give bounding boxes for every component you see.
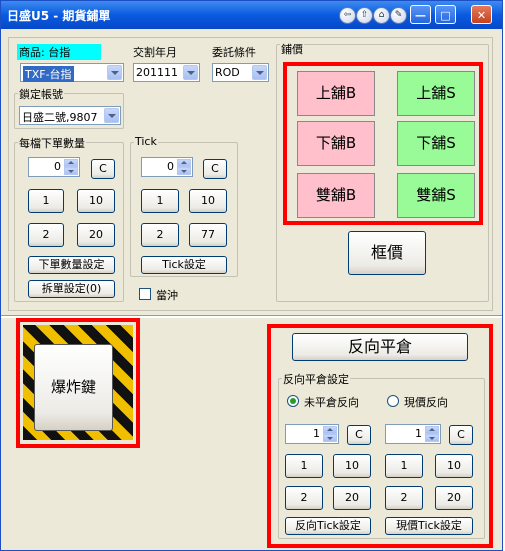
tick-preset-button[interactable]: 2: [141, 223, 179, 247]
frame-price-button[interactable]: 框價: [348, 231, 426, 275]
reverse-settings-label: 反向平倉設定: [282, 371, 350, 387]
main-window: 日盛U5 - 期貨鋪單 ⇦ ⇧ ⌂ ✎ — □ ✕ 商品: 台指 TXF-台指 …: [0, 0, 503, 551]
delivery-label: 交割年月: [133, 46, 177, 59]
current-preset-button[interactable]: 1: [385, 454, 423, 478]
minimize-button[interactable]: —: [410, 5, 431, 24]
reverse-tick-stepper[interactable]: 1: [285, 424, 339, 444]
tick-label: Tick: [134, 135, 158, 148]
tick-preset-button[interactable]: 1: [141, 189, 179, 213]
panic-button[interactable]: 爆炸鍵: [34, 344, 113, 431]
reverse-settings-group: 反向平倉設定 未平倉反向 現價反向 1 C 1 10 2 20 反向Tick設定…: [278, 371, 485, 539]
pin-icon[interactable]: ✎: [390, 7, 407, 24]
spin-down-icon[interactable]: [323, 434, 337, 442]
quantity-preset-button[interactable]: 20: [77, 223, 115, 247]
lower-panel: 爆炸鍵 反向平倉 反向平倉設定 未平倉反向 現價反向 1 C 1 10 2 20…: [8, 318, 493, 548]
chevron-down-icon[interactable]: [107, 65, 122, 80]
tick-stepper[interactable]: 0: [141, 157, 193, 177]
reverse-preset-button[interactable]: 20: [333, 486, 371, 510]
current-price-radio[interactable]: [387, 395, 399, 407]
current-preset-button[interactable]: 2: [385, 486, 423, 510]
sell-both-button[interactable]: 雙舖S: [397, 173, 475, 218]
buy-both-button[interactable]: 雙舖B: [297, 173, 375, 218]
reverse-tick-value: 1: [313, 427, 320, 440]
back-icon[interactable]: ⇦: [339, 7, 356, 24]
current-tick-stepper[interactable]: 1: [385, 424, 441, 444]
spin-down-icon[interactable]: [177, 167, 191, 175]
current-tick-value: 1: [415, 427, 422, 440]
current-price-label: 現價反向: [404, 396, 448, 409]
quantity-preset-button[interactable]: 2: [28, 223, 64, 247]
quantity-set-button[interactable]: 下單數量設定: [28, 256, 115, 274]
reverse-clear-button[interactable]: C: [347, 425, 371, 445]
quantity-label: 每檔下單數量: [18, 135, 86, 151]
product-select[interactable]: TXF-台指: [20, 63, 124, 82]
sell-upper-button[interactable]: 上舖S: [397, 71, 475, 116]
condition-value: ROD: [215, 66, 240, 79]
close-button[interactable]: ✕: [471, 5, 492, 24]
maximize-button[interactable]: □: [435, 5, 456, 24]
current-tick-set-button[interactable]: 現價Tick設定: [385, 517, 473, 535]
spin-down-icon[interactable]: [64, 167, 78, 175]
tick-value: 0: [167, 160, 174, 173]
condition-select[interactable]: ROD: [212, 63, 269, 82]
quantity-preset-button[interactable]: 1: [28, 189, 64, 213]
order-label: 鋪價: [280, 41, 304, 57]
window-title: 日盛U5 - 期貨鋪單: [7, 9, 111, 23]
chevron-down-icon[interactable]: [252, 65, 267, 80]
quantity-clear-button[interactable]: C: [91, 159, 115, 179]
reverse-preset-button[interactable]: 1: [285, 454, 323, 478]
current-preset-button[interactable]: 10: [435, 454, 473, 478]
quantity-preset-button[interactable]: 10: [77, 189, 115, 213]
upper-panel: 商品: 台指 TXF-台指 交割年月 201111 委託條件 ROD 鎖定帳號 …: [8, 37, 493, 311]
spin-down-icon[interactable]: [425, 434, 439, 442]
reverse-tick-set-button[interactable]: 反向Tick設定: [285, 517, 371, 535]
current-preset-button[interactable]: 20: [435, 486, 473, 510]
spin-up-icon[interactable]: [323, 426, 337, 434]
open-position-radio[interactable]: [287, 395, 299, 407]
reverse-preset-button[interactable]: 10: [333, 454, 371, 478]
quantity-group: 每檔下單數量 0 C 1 10 2 20 下單數量設定 拆單設定(0): [14, 135, 124, 302]
home-icon[interactable]: ⌂: [373, 7, 390, 24]
quantity-value: 0: [54, 160, 61, 173]
sell-lower-button[interactable]: 下舖S: [397, 121, 475, 166]
condition-label: 委託條件: [212, 46, 256, 59]
account-label: 鎖定帳號: [18, 86, 64, 102]
order-group: 鋪價 上舖B 上舖S 下舖B 下舖S 雙舖B 雙舖S 框價: [276, 41, 489, 302]
buy-lower-button[interactable]: 下舖B: [297, 121, 375, 166]
delivery-value: 201111: [136, 66, 178, 79]
account-group: 鎖定帳號 日盛二號,9807: [14, 86, 124, 129]
split-order-button[interactable]: 拆單設定(0): [28, 280, 115, 298]
upload-icon[interactable]: ⇧: [356, 7, 373, 24]
tick-set-button[interactable]: Tick設定: [141, 256, 227, 274]
product-value: TXF-台指: [23, 66, 74, 82]
account-select[interactable]: 日盛二號,9807: [19, 106, 121, 125]
chevron-down-icon[interactable]: [183, 65, 198, 80]
current-clear-button[interactable]: C: [449, 425, 473, 445]
reverse-preset-button[interactable]: 2: [285, 486, 323, 510]
delivery-select[interactable]: 201111: [133, 63, 200, 82]
spin-up-icon[interactable]: [425, 426, 439, 434]
product-label: 商品: 台指: [17, 44, 101, 60]
reverse-close-button[interactable]: 反向平倉: [292, 333, 468, 361]
open-position-label: 未平倉反向: [304, 396, 359, 409]
title-bar[interactable]: 日盛U5 - 期貨鋪單 ⇦ ⇧ ⌂ ✎ — □ ✕: [1, 1, 502, 29]
tick-clear-button[interactable]: C: [203, 159, 227, 179]
tick-group: Tick 0 C 1 10 2 77 Tick設定: [130, 135, 238, 277]
day-trade-checkbox[interactable]: [139, 288, 151, 300]
quantity-stepper[interactable]: 0: [28, 157, 80, 177]
spin-up-icon[interactable]: [177, 159, 191, 167]
buy-upper-button[interactable]: 上舖B: [297, 71, 375, 116]
account-value: 日盛二號,9807: [22, 111, 98, 124]
tick-preset-button[interactable]: 77: [189, 223, 227, 247]
spin-up-icon[interactable]: [64, 159, 78, 167]
chevron-down-icon[interactable]: [104, 108, 119, 123]
day-trade-label: 當沖: [156, 289, 178, 302]
tick-preset-button[interactable]: 10: [189, 189, 227, 213]
